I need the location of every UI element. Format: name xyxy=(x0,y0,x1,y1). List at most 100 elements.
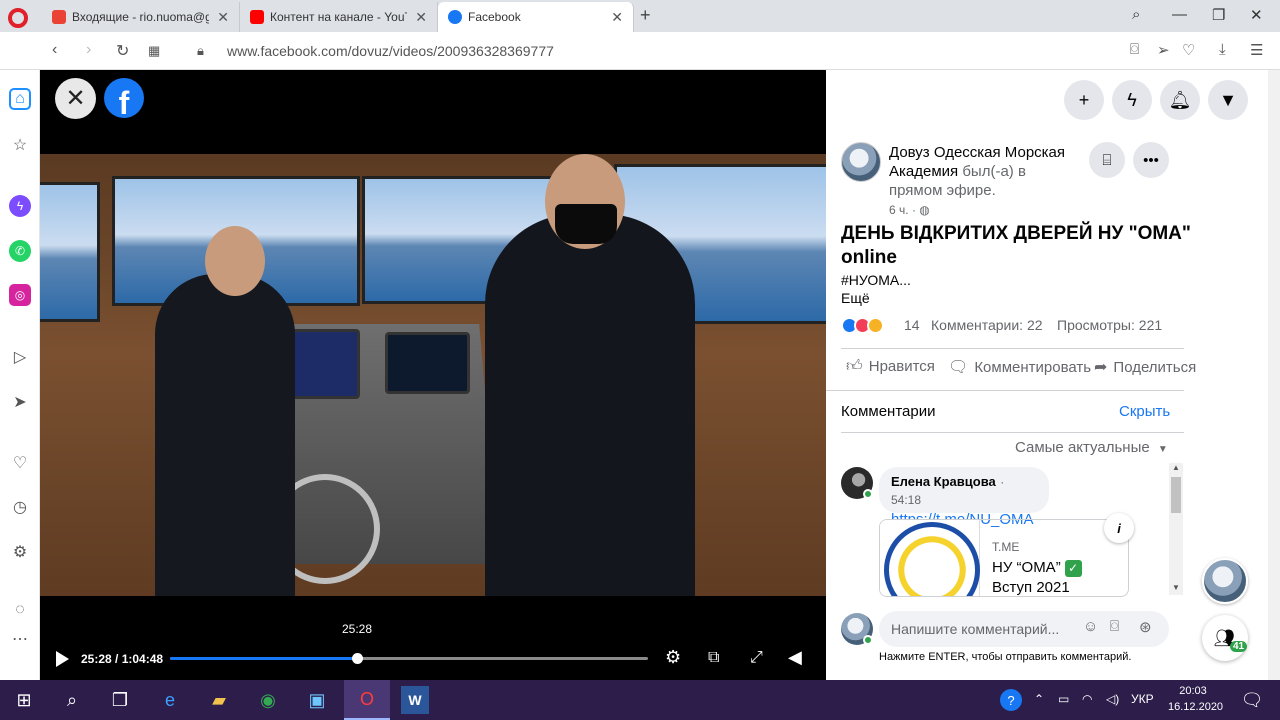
edge-icon[interactable]: e xyxy=(156,686,184,714)
comment-input[interactable] xyxy=(891,621,1076,637)
seek-handle[interactable] xyxy=(351,653,363,664)
tray-chevron-icon[interactable]: ⌃ xyxy=(1034,692,1044,706)
contacts-button[interactable]: 👥︎ 41 xyxy=(1202,615,1248,661)
tab-youtube[interactable]: Контент на канале - YouTu ✕ xyxy=(240,2,438,32)
volume-icon[interactable]: ◁) xyxy=(1106,692,1119,706)
scroll-down-icon[interactable]: ▼ xyxy=(1172,583,1180,592)
fullscreen-icon[interactable]: ⤢ xyxy=(750,649,763,667)
app-icon[interactable]: ▣ xyxy=(303,686,331,714)
link-preview-card[interactable]: T.ME НУ “ОМА” ✓ Вступ 2021 xyxy=(879,519,1129,597)
taskbar-clock[interactable]: 20:03 16.12.2020 xyxy=(1168,683,1223,715)
info-icon[interactable]: i xyxy=(1104,513,1134,543)
play-icon[interactable] xyxy=(56,651,69,667)
home-icon[interactable]: ⌂ xyxy=(9,88,31,110)
easy-setup-icon[interactable]: ☰ xyxy=(1250,41,1263,59)
chat-head-avatar[interactable] xyxy=(1202,558,1248,604)
post-time[interactable]: 6 ч. xyxy=(889,203,909,217)
settings-gear-icon[interactable]: ⚙ xyxy=(9,541,31,563)
camera-icon[interactable]: ⌼ xyxy=(1110,618,1119,635)
more-options-icon[interactable]: ⋯ xyxy=(9,628,31,650)
search-icon[interactable]: ⌕ xyxy=(58,686,86,714)
facebook-logo-icon[interactable]: f xyxy=(104,78,144,118)
windows-start-icon[interactable]: ⊞ xyxy=(10,686,38,714)
send-icon[interactable]: ➢ xyxy=(1157,41,1170,59)
battery-icon[interactable]: ▭ xyxy=(1058,692,1069,706)
create-button[interactable]: + xyxy=(1064,80,1104,120)
close-tab-icon[interactable]: ✕ xyxy=(217,9,229,26)
search-tabs-icon[interactable]: ⌕ xyxy=(1132,6,1140,23)
seek-bar-fill xyxy=(170,657,357,660)
snapshot-icon[interactable]: ⌼ xyxy=(1130,41,1139,58)
volume-icon[interactable]: ◀ xyxy=(788,647,802,668)
flow-icon[interactable]: ➤ xyxy=(9,391,31,413)
close-video-button[interactable]: ✕ xyxy=(55,78,96,119)
instagram-icon[interactable]: ◎ xyxy=(9,284,31,306)
see-more-link[interactable]: Ещё xyxy=(841,290,870,306)
opera-sidebar: ⌂ ☆ ϟ ✆ ◎ ▷ ➤ ♡ ◷ ⚙ ◌ ⋯ xyxy=(0,70,40,680)
chrome-icon[interactable]: ◉ xyxy=(254,686,282,714)
hashtag-link[interactable]: #НУОМА... xyxy=(841,272,911,288)
favorites-heart-icon[interactable]: ♡ xyxy=(9,452,31,474)
close-tab-icon[interactable]: ✕ xyxy=(611,9,623,26)
whatsapp-icon[interactable]: ✆ xyxy=(9,240,31,262)
share-button[interactable]: ➦ Поделиться xyxy=(1094,357,1268,377)
bookmarks-icon[interactable]: ☆ xyxy=(9,134,31,156)
url-field[interactable]: www.facebook.com/dovuz/videos/2009363283… xyxy=(227,43,554,59)
comment-composer[interactable]: ☺ ⌼ ⊛ xyxy=(879,611,1169,647)
hide-comments-link[interactable]: Скрыть xyxy=(1119,403,1170,420)
address-bar: ‹ › ↻ ▦ 🔒︎ www.facebook.com/dovuz/videos… xyxy=(0,32,1280,70)
messenger-button[interactable]: ϟ xyxy=(1112,80,1152,120)
comments-scrollbar[interactable]: ▲ ▼ xyxy=(1169,463,1183,595)
network-icon[interactable]: ◠ xyxy=(1082,692,1092,706)
task-view-icon[interactable]: ❐ xyxy=(106,686,134,714)
reload-icon[interactable]: ↻ xyxy=(116,41,129,61)
like-button[interactable]: 👍︎ Нравится xyxy=(846,357,935,376)
tab-facebook[interactable]: Facebook ✕ xyxy=(438,2,634,32)
emoji-icon[interactable]: ☺ xyxy=(1083,618,1098,635)
page-scrollbar[interactable] xyxy=(1268,70,1280,680)
video-player[interactable]: ✕ f 25:28 25:28 / 1:04:48 ⚙ ⧉ ⤢ ◀ xyxy=(40,70,826,680)
mini-player-icon[interactable]: ⧉ xyxy=(708,649,719,667)
reaction-count[interactable]: 14 xyxy=(904,317,920,333)
more-dots-icon: ••• xyxy=(1143,151,1159,169)
back-icon[interactable]: ‹ xyxy=(52,41,57,59)
messenger-icon[interactable]: ϟ xyxy=(9,195,31,217)
language-indicator[interactable]: УКР xyxy=(1131,692,1154,706)
word-icon[interactable]: W xyxy=(401,686,429,714)
minimize-icon[interactable]: — xyxy=(1172,6,1187,23)
download-icon[interactable]: ⤓ xyxy=(1219,41,1226,58)
scroll-up-icon[interactable]: ▲ xyxy=(1172,463,1180,472)
player-icon[interactable]: ▷ xyxy=(9,346,31,368)
tabs-grid-icon[interactable]: ▦ xyxy=(148,43,160,59)
notifications-button[interactable]: 🔔︎ xyxy=(1160,80,1200,120)
close-tab-icon[interactable]: ✕ xyxy=(415,9,427,26)
sticker-icon[interactable]: ⊛ xyxy=(1139,618,1152,636)
opera-taskbar-icon[interactable]: O xyxy=(344,680,390,720)
care-reaction-icon[interactable] xyxy=(867,317,884,334)
save-post-button[interactable]: ⌸ xyxy=(1089,142,1125,178)
tab-gmail[interactable]: Входящие - rio.nuoma@gr ✕ xyxy=(42,2,240,32)
forward-icon[interactable]: › xyxy=(86,41,91,59)
share-arrow-icon: ➦ xyxy=(1094,359,1108,376)
notifications-icon[interactable]: 🗨︎ xyxy=(1238,686,1266,714)
help-icon[interactable]: ? xyxy=(1000,689,1022,711)
seek-bar[interactable] xyxy=(170,653,648,664)
comment-sort-dropdown[interactable]: Самые актуальные ▼ xyxy=(1015,439,1168,456)
history-icon[interactable]: ◷ xyxy=(9,496,31,518)
comment-button[interactable]: 🗨︎ Комментировать xyxy=(948,357,1091,377)
lock-icon[interactable]: 🔒︎ xyxy=(197,43,204,59)
file-explorer-icon[interactable]: ▰ xyxy=(205,686,233,714)
new-tab-icon[interactable]: + xyxy=(640,5,651,26)
heart-icon[interactable]: ♡ xyxy=(1182,41,1195,59)
settings-gear-icon[interactable]: ⚙ xyxy=(665,647,681,668)
restore-icon[interactable]: ❐ xyxy=(1212,6,1225,24)
post-options-button[interactable]: ••• xyxy=(1133,142,1169,178)
page-avatar[interactable] xyxy=(841,142,881,182)
comment-author[interactable]: Елена Кравцова xyxy=(891,474,996,489)
close-window-icon[interactable]: ✕ xyxy=(1250,6,1263,24)
comment-count[interactable]: Комментарии: 22 xyxy=(931,317,1043,333)
scrollbar-thumb[interactable] xyxy=(1171,477,1181,513)
account-menu-button[interactable]: ▼ xyxy=(1208,80,1248,120)
opera-logo-icon[interactable] xyxy=(8,8,28,28)
extensions-icon[interactable]: ◌ xyxy=(9,599,31,621)
